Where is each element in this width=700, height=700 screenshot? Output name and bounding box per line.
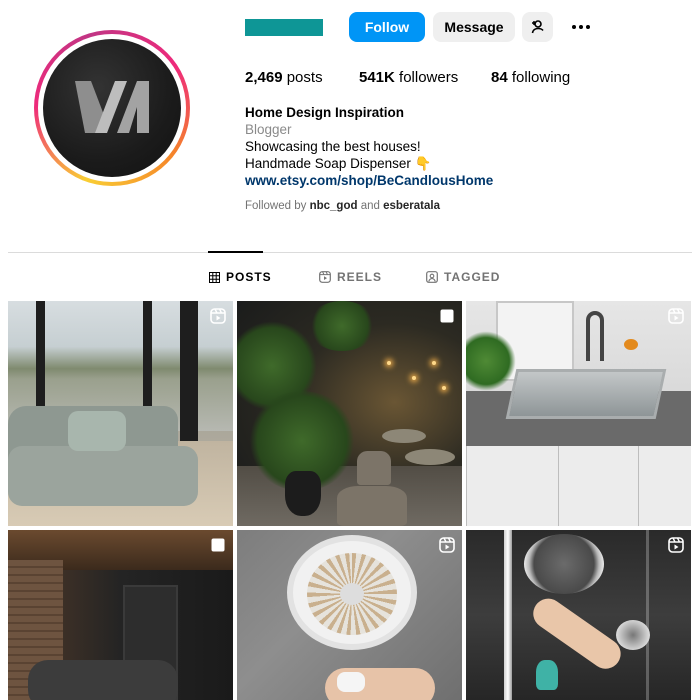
post-image-detail	[387, 361, 391, 365]
post-image-detail	[505, 369, 667, 419]
followed-by-user[interactable]: esberatala	[383, 200, 440, 212]
brand-logo-icon	[75, 81, 149, 133]
post-image-detail	[412, 376, 416, 380]
post-thumbnail[interactable]	[466, 301, 691, 526]
post-image-detail	[616, 620, 650, 650]
post-image-detail	[646, 530, 649, 700]
post-image-detail	[8, 446, 198, 506]
posts-count: 2,469 posts	[245, 69, 323, 86]
grid-icon	[209, 271, 220, 283]
bio-link[interactable]: www.etsy.com/shop/BeCandlousHome	[245, 172, 493, 189]
post-image-detail	[285, 471, 321, 516]
username	[245, 19, 323, 36]
add-person-icon	[531, 20, 544, 34]
tagged-icon	[426, 271, 438, 283]
multiple-icon	[211, 538, 225, 552]
post-image-detail	[524, 534, 604, 594]
post-image-detail	[638, 446, 691, 526]
follow-button[interactable]: Follow	[349, 12, 425, 42]
tab-label: TAGGED	[444, 270, 501, 284]
followed-by[interactable]: Followed by nbc_god and esberatala	[245, 200, 440, 212]
post-image-detail	[405, 449, 455, 465]
tab-posts[interactable]: POSTS	[209, 270, 272, 284]
followed-by-prefix: Followed by	[245, 200, 307, 212]
post-image-detail	[432, 361, 436, 365]
post-image-detail	[357, 451, 391, 485]
bio-line: Showcasing the best houses!	[245, 139, 421, 154]
profile-avatar[interactable]	[34, 30, 190, 186]
followed-by-conjunction: and	[360, 200, 380, 212]
reels-icon	[319, 271, 331, 283]
post-thumbnail[interactable]	[8, 530, 233, 700]
reel-icon	[668, 308, 684, 324]
message-button[interactable]: Message	[433, 12, 515, 42]
post-image-detail	[337, 486, 407, 526]
post-image-detail	[307, 301, 377, 351]
tab-label: REELS	[337, 270, 383, 284]
suggested-users-button[interactable]	[522, 12, 553, 42]
posts-count-label: posts	[286, 69, 323, 86]
active-tab-indicator	[208, 251, 263, 253]
post-image-detail	[337, 672, 365, 692]
followers-count[interactable]: 541K followers	[359, 69, 458, 86]
multiple-icon	[440, 309, 454, 323]
tab-reels[interactable]: REELS	[319, 270, 382, 284]
profile-bio: Home Design Inspiration Blogger Showcasi…	[245, 104, 493, 189]
tab-label: POSTS	[226, 270, 272, 284]
avatar	[43, 39, 181, 177]
post-image-detail	[28, 660, 178, 700]
profile-display-name: Home Design Inspiration	[245, 105, 405, 120]
post-image-detail	[68, 411, 126, 451]
followers-count-value: 541K	[359, 69, 395, 86]
following-count-label: following	[511, 69, 571, 86]
posts-count-value: 2,469	[245, 69, 283, 86]
bio-line: Handmade Soap Dispenser 👇	[245, 156, 432, 171]
following-count[interactable]: 84 following	[491, 69, 570, 86]
post-image-detail	[340, 583, 364, 605]
post-image-detail	[180, 301, 198, 441]
post-image-detail	[382, 429, 426, 443]
reel-icon	[668, 537, 684, 553]
tab-tagged[interactable]: TAGGED	[426, 270, 500, 284]
post-image-detail	[558, 446, 638, 526]
profile-category: Blogger	[245, 122, 292, 137]
post-thumbnail[interactable]	[8, 301, 233, 526]
more-dot-icon	[572, 25, 576, 29]
followed-by-user[interactable]: nbc_god	[310, 200, 358, 212]
post-thumbnail[interactable]	[466, 530, 691, 700]
post-image-detail	[466, 446, 558, 526]
post-thumbnail[interactable]	[237, 301, 462, 526]
more-dot-icon	[586, 25, 590, 29]
more-options-button[interactable]	[568, 16, 594, 38]
post-image-detail	[504, 530, 512, 700]
reel-icon	[210, 308, 226, 324]
post-image-detail	[536, 660, 558, 690]
post-image-detail	[586, 311, 604, 361]
post-thumbnail[interactable]	[237, 530, 462, 700]
reel-icon	[439, 537, 455, 553]
post-image-detail	[442, 386, 446, 390]
more-dot-icon	[579, 25, 583, 29]
post-image-detail	[624, 339, 638, 350]
tabs-divider	[8, 252, 692, 253]
following-count-value: 84	[491, 69, 508, 86]
followers-count-label: followers	[399, 69, 459, 86]
